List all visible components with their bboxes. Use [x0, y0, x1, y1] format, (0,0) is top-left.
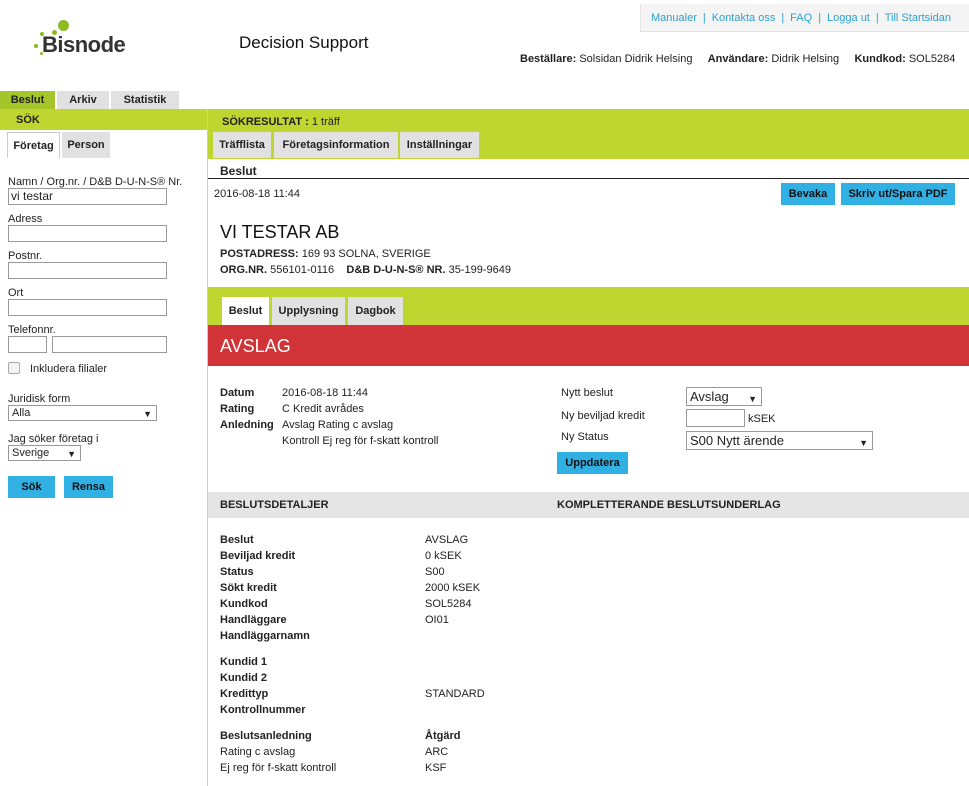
- new-status-label: Ny Status: [561, 431, 609, 443]
- decision-timestamp: 2016-08-18 11:44: [214, 188, 301, 200]
- reason-text: Ej reg för f-skatt kontroll: [220, 762, 337, 774]
- logout-link[interactable]: Logga ut: [827, 12, 870, 24]
- detail-label: Kundid 2: [220, 672, 268, 684]
- detail-label: Beviljad kredit: [220, 550, 296, 562]
- user-info: Beställare: Solsidan Didrik Helsing Anvä…: [520, 53, 956, 65]
- bisnode-logo[interactable]: Bisnode: [30, 18, 140, 62]
- supplementary-heading: KOMPLETTERANDE BESLUTSUNDERLAG: [557, 499, 781, 511]
- tab-installningar[interactable]: Inställningar: [400, 132, 479, 158]
- chevron-down-icon: ▼: [67, 449, 76, 459]
- tab-foretag[interactable]: Företag: [7, 132, 60, 158]
- detail-value: STANDARD: [425, 688, 485, 700]
- address-label: Adress: [8, 213, 43, 225]
- postal-input[interactable]: [8, 262, 167, 279]
- action-code: KSF: [425, 762, 447, 774]
- reason-text: Rating c avslag: [220, 746, 296, 758]
- rating-value: C Kredit avrådes: [282, 403, 364, 415]
- results-label: SÖKRESULTAT : 1 träff: [222, 116, 340, 128]
- tab-statistik[interactable]: Statistik: [111, 91, 179, 109]
- detail-value: OI01: [425, 614, 449, 626]
- action-column-header: Åtgärd: [425, 730, 461, 742]
- country-label: Jag söker företag i: [8, 433, 99, 445]
- phone-area-input[interactable]: [8, 336, 47, 353]
- new-decision-label: Nytt beslut: [561, 387, 613, 399]
- postal-label: Postnr.: [8, 250, 43, 262]
- chevron-down-icon: ▼: [859, 438, 868, 448]
- tab-beslut-detail[interactable]: Beslut: [222, 297, 269, 325]
- detail-label: Status: [220, 566, 254, 578]
- logo-text: Bisnode: [42, 32, 126, 57]
- top-links-bar: Manualer | Kontakta oss | FAQ | Logga ut | T…: [640, 4, 969, 32]
- new-credit-input[interactable]: [686, 409, 745, 427]
- search-heading: SÖK: [0, 109, 207, 130]
- home-link[interactable]: Till Startsidan: [885, 12, 951, 24]
- tab-person[interactable]: Person: [62, 132, 110, 158]
- detail-label: Beslut: [220, 534, 254, 546]
- tab-foretagsinformation[interactable]: Företagsinformation: [274, 132, 398, 158]
- tab-arkiv[interactable]: Arkiv: [57, 91, 109, 109]
- tab-trafflista[interactable]: Träfflista: [213, 132, 271, 158]
- app-title: Decision Support: [239, 33, 369, 52]
- tab-dagbok[interactable]: Dagbok: [348, 297, 403, 325]
- new-decision-select[interactable]: Avslag ▼: [686, 387, 762, 406]
- results-count: 1 träff: [311, 116, 340, 128]
- address-input[interactable]: [8, 225, 167, 242]
- watch-button[interactable]: Bevaka: [781, 183, 835, 205]
- decision-result-banner: AVSLAG: [208, 325, 969, 366]
- detail-label: Handläggarnamn: [220, 630, 310, 642]
- new-credit-unit: kSEK: [748, 413, 776, 425]
- divider: [208, 178, 969, 179]
- detail-label: Kredittyp: [220, 688, 269, 700]
- print-pdf-button[interactable]: Skriv ut/Spara PDF: [841, 183, 955, 205]
- rating-label: Rating: [220, 403, 255, 415]
- faq-link[interactable]: FAQ: [790, 12, 812, 24]
- detail-value: SOL5284: [425, 598, 472, 610]
- detail-label: Sökt kredit: [220, 582, 277, 594]
- detail-label: Kundkod: [220, 598, 268, 610]
- city-input[interactable]: [8, 299, 167, 316]
- contact-link[interactable]: Kontakta oss: [712, 12, 776, 24]
- detail-label: Kontrollnummer: [220, 704, 306, 716]
- phone-label: Telefonnr.: [8, 324, 56, 336]
- detail-value: 0 kSEK: [425, 550, 462, 562]
- date-value: 2016-08-18 11:44: [282, 387, 369, 399]
- date-label: Datum: [220, 387, 255, 399]
- org-numbers: ORG.NR. 556101-0116 D&B D-U-N-S® NR. 35-…: [220, 264, 511, 276]
- tab-beslut[interactable]: Beslut: [0, 91, 55, 109]
- include-branches-label: Inkludera filialer: [30, 363, 108, 375]
- reason-2: Kontroll Ej reg för f-skatt kontroll: [282, 435, 439, 447]
- reason-column-header: Beslutsanledning: [220, 730, 312, 742]
- chevron-down-icon: ▼: [748, 394, 757, 404]
- company-name: VI TESTAR AB: [220, 222, 340, 242]
- name-label: Namn / Org.nr. / D&B D-U-N-S® Nr.: [8, 176, 183, 188]
- reason-label: Anledning: [220, 419, 274, 431]
- search-button[interactable]: Sök: [8, 476, 55, 498]
- legal-form-select[interactable]: Alla ▼: [8, 405, 157, 421]
- include-branches-checkbox[interactable]: [8, 362, 20, 374]
- manuals-link[interactable]: Manualer: [651, 12, 697, 24]
- clear-button[interactable]: Rensa: [64, 476, 113, 498]
- panel-divider: [207, 109, 208, 786]
- detail-label: Kundid 1: [220, 656, 268, 668]
- details-heading: BESLUTSDETALJER: [220, 499, 329, 511]
- city-label: Ort: [8, 287, 24, 299]
- new-status-select[interactable]: S00 Nytt ärende ▼: [686, 431, 873, 450]
- country-select[interactable]: Sverige ▼: [8, 445, 81, 461]
- detail-label: Handläggare: [220, 614, 287, 626]
- legal-form-label: Juridisk form: [8, 393, 71, 405]
- new-credit-label: Ny beviljad kredit: [561, 410, 645, 422]
- name-input[interactable]: vi testar: [8, 188, 167, 205]
- tab-upplysning[interactable]: Upplysning: [272, 297, 345, 325]
- detail-value: AVSLAG: [425, 534, 469, 546]
- detail-value: S00: [425, 566, 445, 578]
- update-button[interactable]: Uppdatera: [557, 452, 628, 474]
- postal-address: POSTADRESS: 169 93 SOLNA, SVERIGE: [220, 248, 431, 260]
- decision-heading: Beslut: [220, 164, 257, 178]
- action-code: ARC: [425, 746, 449, 758]
- phone-number-input[interactable]: [52, 336, 167, 353]
- detail-value: 2000 kSEK: [425, 582, 481, 594]
- reason-1: Avslag Rating c avslag: [282, 419, 394, 431]
- chevron-down-icon: ▼: [143, 409, 152, 419]
